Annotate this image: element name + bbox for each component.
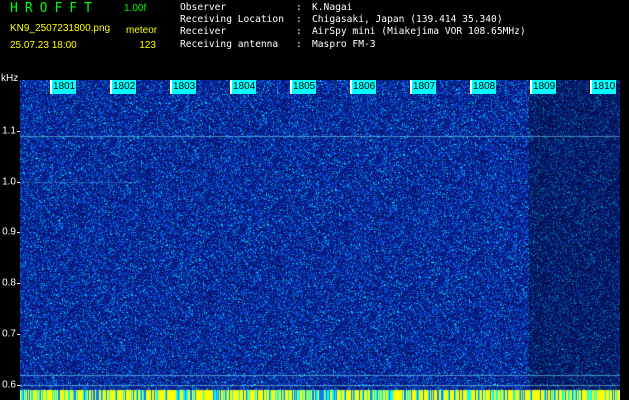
info-row-receiver: Receiver : AirSpy mini (Miakejima VOR 10… [180,26,526,38]
info-separator: : [296,38,302,50]
meteor-count: 123 [139,40,156,51]
info-row-observer: Observer : K.Nagai [180,2,526,14]
y-tick-label: 1.0 [2,176,16,188]
station-info: Observer : K.Nagai Receiving Location : … [180,2,526,51]
y-tick-label: 1.1 [2,125,16,137]
y-tick-label: 0.9 [2,226,16,238]
info-value: Chigasaki, Japan (139.414 35.340) [312,14,503,26]
info-key: Receiving Location [180,14,284,26]
spectrogram-panel[interactable] [20,80,620,400]
info-value: Maspro FM-3 [312,38,376,50]
y-tick-label: 0.8 [2,277,16,289]
info-key: Observer [180,2,227,13]
y-tick-label: 0.7 [2,328,16,340]
info-row-location: Receiving Location : Chigasaki, Japan (1… [180,14,526,26]
meteor-label: meteor [126,25,158,36]
version-label: 1.00f [124,3,147,14]
app-title: HROFFT [10,1,99,16]
info-key: Receiver [180,26,227,38]
info-separator: : [296,14,302,26]
info-separator: : [296,26,302,38]
y-tick-label: 0.6 [2,379,16,391]
spectrogram-canvas [20,80,620,400]
filename-label: KN9_2507231800.png [10,23,111,34]
info-key: Receiving antenna [180,38,279,50]
info-separator: : [296,2,302,13]
info-value: AirSpy mini (Miakejima VOR 108.65MHz) [312,26,526,38]
info-row-antenna: Receiving antenna : Maspro FM-3 [180,39,526,51]
frequency-axis: 1.1 1.0 0.9 0.8 0.7 0.6 [0,80,20,400]
info-value: K.Nagai [312,2,353,13]
datetime-label: 25.07.23 18:00 [10,40,77,51]
